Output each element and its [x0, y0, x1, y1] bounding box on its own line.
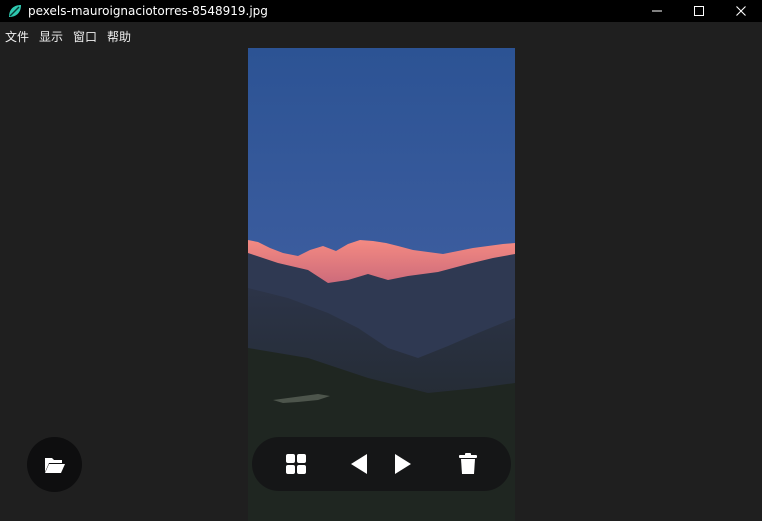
minimize-button[interactable]: [636, 0, 678, 22]
title-bar: pexels-mauroignaciotorres-8548919.jpg: [0, 0, 762, 22]
folder-open-icon: [44, 457, 65, 473]
previous-icon: [351, 454, 367, 474]
close-button[interactable]: [720, 0, 762, 22]
menu-help[interactable]: 帮助: [102, 26, 136, 48]
trash-icon: [459, 453, 477, 474]
viewer-toolbar: [252, 437, 511, 491]
maximize-button[interactable]: [678, 0, 720, 22]
grid-icon: [286, 454, 306, 474]
delete-button[interactable]: [452, 448, 484, 480]
next-button[interactable]: [387, 448, 419, 480]
close-icon: [736, 6, 746, 16]
leaf-app-icon: [7, 3, 23, 19]
menu-window[interactable]: 窗口: [68, 26, 102, 48]
open-folder-button[interactable]: [27, 437, 82, 492]
menu-bar: 文件 显示 窗口 帮助: [0, 26, 136, 48]
next-icon: [395, 454, 411, 474]
gallery-button[interactable]: [280, 448, 312, 480]
window-title: pexels-mauroignaciotorres-8548919.jpg: [28, 4, 268, 18]
menu-view[interactable]: 显示: [34, 26, 68, 48]
menu-file[interactable]: 文件: [0, 26, 34, 48]
minimize-icon: [652, 10, 662, 12]
previous-button[interactable]: [343, 448, 375, 480]
maximize-icon: [694, 6, 704, 16]
